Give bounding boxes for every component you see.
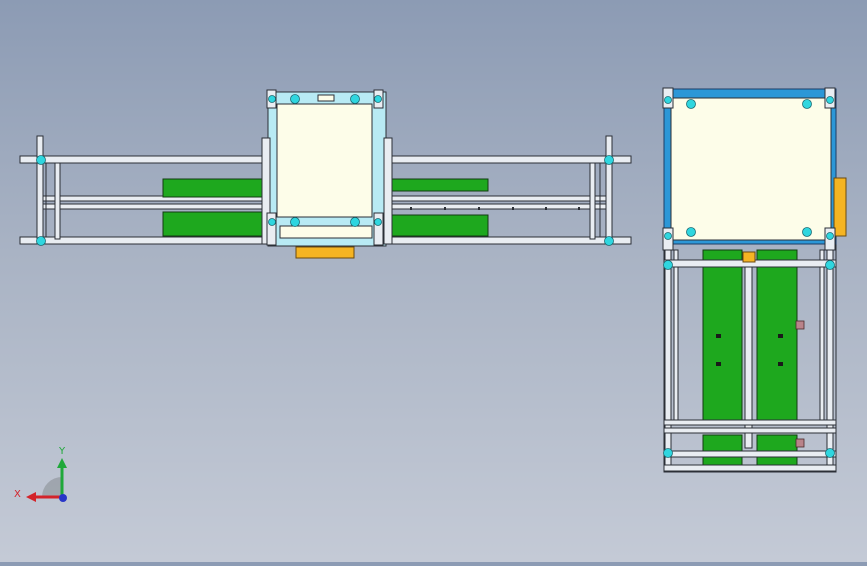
y-axis-label: Y — [58, 446, 66, 457]
z-axis-dot — [59, 494, 67, 502]
right-assembly[interactable] — [662, 87, 847, 473]
coordinate-triad-icon: Y X — [14, 446, 67, 502]
left-carriage-plate — [276, 103, 373, 218]
x-axis-label: X — [14, 489, 21, 500]
left-orange-block — [295, 246, 355, 259]
cad-viewport[interactable]: Y X — [0, 0, 867, 562]
cad-drawing: Y X — [14, 87, 847, 502]
left-carriage[interactable] — [261, 89, 393, 259]
right-orange-block — [833, 177, 847, 237]
right-posts — [664, 243, 834, 473]
right-carriage-plate — [670, 97, 832, 241]
left-assembly[interactable] — [19, 89, 632, 259]
